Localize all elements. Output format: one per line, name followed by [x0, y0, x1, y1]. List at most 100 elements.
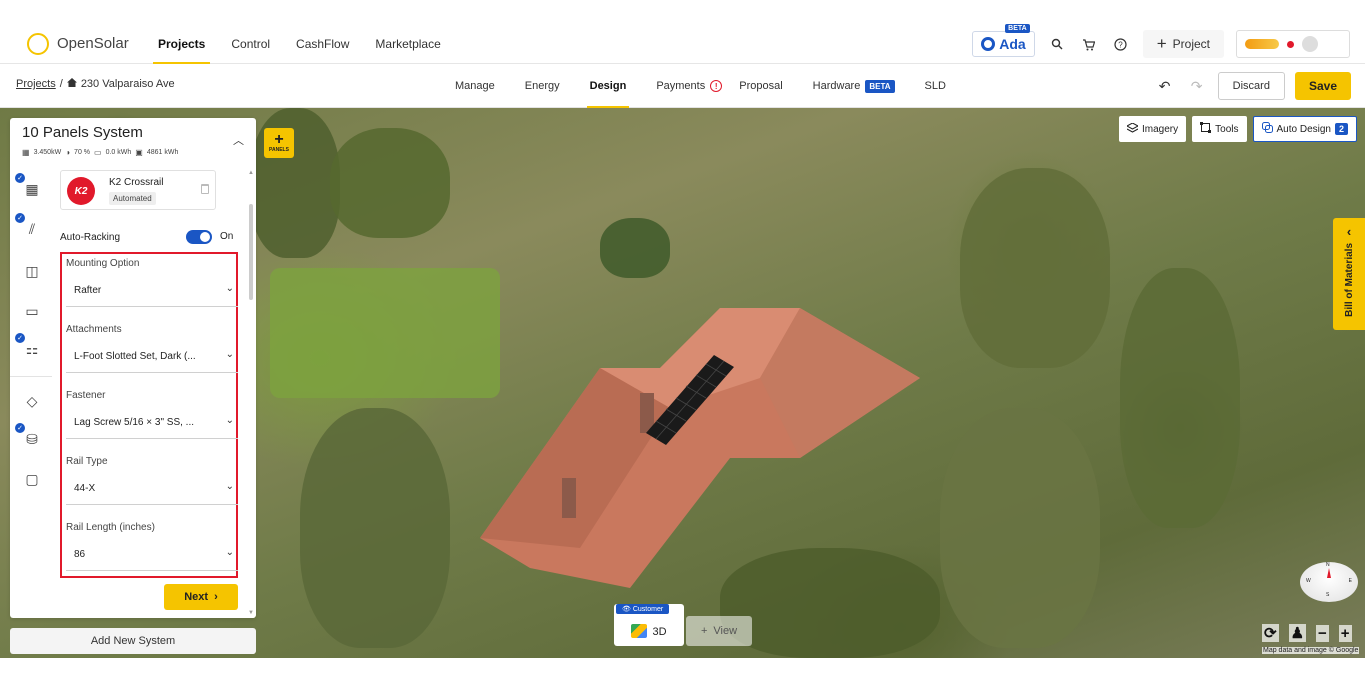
view-3d-button[interactable]: 👁 Customer 3D	[614, 604, 684, 646]
map-foliage	[1120, 268, 1240, 528]
system-title: 10 Panels System	[22, 124, 143, 141]
zoom-out-button[interactable]: −	[1316, 624, 1329, 642]
cart-icon[interactable]	[1079, 34, 1099, 54]
bill-of-materials-tab[interactable]: ‹ Bill of Materials	[1333, 218, 1365, 330]
add-panels-button[interactable]: + PANELS	[264, 128, 294, 158]
chevron-down-icon: ⌄	[225, 481, 234, 492]
battery-step-icon[interactable]: ▭	[21, 300, 43, 322]
tab-hardware[interactable]: Hardware BETA	[798, 64, 910, 108]
compass-widget[interactable]: N W E S	[1300, 562, 1358, 602]
nav-control[interactable]: Control	[218, 24, 283, 64]
fastener-select[interactable]: Lag Screw 5/16 × 3" SS, ... ⌄	[66, 407, 238, 439]
help-icon[interactable]: ?	[1111, 34, 1131, 54]
incentives-step-icon[interactable]: ✓ ⛁	[15, 423, 43, 450]
nav-marketplace[interactable]: Marketplace	[362, 24, 453, 64]
next-button[interactable]: Next ›	[164, 584, 238, 610]
undo-icon[interactable]: ↶	[1154, 78, 1176, 95]
pricing-step-icon[interactable]: ◇	[21, 390, 43, 412]
racking-product-card[interactable]: K2 K2 Crossrail Automated	[60, 170, 216, 210]
check-icon: ✓	[15, 173, 25, 183]
map-foliage	[940, 408, 1100, 648]
new-project-button[interactable]: + Project	[1142, 30, 1224, 58]
breadcrumb-projects-link[interactable]: Projects	[16, 78, 56, 90]
trash-icon[interactable]	[201, 184, 209, 194]
add-view-label: View	[713, 625, 738, 637]
attachments-select[interactable]: L-Foot Slotted Set, Dark (... ⌄	[66, 341, 238, 373]
racking-step-icon[interactable]: ✓ ⫽	[15, 213, 43, 240]
tab-design[interactable]: Design	[575, 64, 642, 108]
notification-dot	[1287, 40, 1294, 48]
system-production-unit: kWh	[164, 149, 179, 156]
project-subbar: Projects / 230 Valparaiso Ave Manage Ene…	[0, 64, 1365, 108]
rotate-icon[interactable]: ⟳	[1262, 624, 1279, 642]
panels-step-icon[interactable]: ✓ ▦	[15, 173, 43, 200]
compass-needle-icon	[1327, 568, 1331, 578]
components-step-icon[interactable]: ✓ ⚏	[15, 333, 43, 360]
compass-west: W	[1306, 578, 1311, 584]
bill-of-materials-label: Bill of Materials	[1343, 243, 1355, 317]
imagery-button[interactable]: Imagery	[1119, 116, 1187, 142]
ada-button[interactable]: BETA Ada	[972, 24, 1035, 57]
chevron-down-icon: ⌄	[225, 415, 234, 426]
add-new-system-button[interactable]: Add New System	[10, 628, 256, 654]
tab-energy[interactable]: Energy	[510, 64, 575, 108]
search-icon[interactable]	[1047, 34, 1067, 54]
scroll-down-icon: ▼	[248, 610, 254, 616]
solar-panel-array[interactable]	[640, 353, 740, 453]
chevron-up-icon[interactable]: ︿	[233, 132, 244, 148]
tab-sld[interactable]: SLD	[910, 64, 961, 108]
scroll-thumb[interactable]	[249, 204, 253, 300]
new-project-label: Project	[1172, 37, 1210, 51]
shading-step-icon[interactable]: ◫	[21, 260, 43, 282]
hardware-beta-badge: BETA	[865, 79, 895, 93]
chimney	[562, 478, 576, 518]
battery-icon: ▭	[94, 148, 102, 157]
compass-east: E	[1348, 578, 1352, 584]
scroll-up-icon: ▲	[248, 170, 254, 176]
tools-button[interactable]: Tools	[1192, 116, 1247, 142]
attachments-label: Attachments	[66, 324, 122, 335]
zoom-in-button[interactable]: +	[1338, 624, 1352, 642]
breadcrumb-project: 230 Valparaiso Ave	[80, 78, 175, 90]
tools-label: Tools	[1215, 123, 1239, 135]
street-view-icon[interactable]: ♟	[1288, 624, 1307, 642]
nav-cashflow[interactable]: CashFlow	[283, 24, 362, 64]
tab-manage-label: Manage	[455, 80, 495, 92]
ada-label: Ada	[999, 36, 1026, 52]
nav-projects[interactable]: Projects	[145, 24, 218, 64]
system-battery-unit: kWh	[117, 149, 132, 156]
system-header[interactable]: 10 Panels System ▦ 3.450kW ◑ 70 % ▭ 0.0 …	[10, 118, 256, 168]
tab-proposal[interactable]: Proposal	[737, 64, 797, 108]
imagery-label: Imagery	[1142, 123, 1179, 135]
discard-button[interactable]: Discard	[1217, 72, 1285, 100]
add-view-button[interactable]: + View	[686, 616, 752, 646]
rail-type-select[interactable]: 44-X ⌄	[66, 473, 238, 505]
tab-payments[interactable]: Payments !	[641, 64, 737, 108]
rail-length-select[interactable]: 86 ⌄	[66, 539, 238, 571]
breadcrumb-separator: /	[59, 78, 63, 90]
compass-north: N	[1326, 562, 1330, 568]
map-attribution: Map data and image © Google	[1262, 647, 1360, 654]
mounting-option-select[interactable]: Rafter ⌄	[66, 275, 238, 307]
redo-icon[interactable]: ↷	[1186, 78, 1208, 95]
user-menu[interactable]	[1236, 30, 1350, 58]
check-icon: ✓	[15, 333, 25, 343]
sidebar-scrollbar[interactable]: ▲ ▼	[248, 170, 254, 616]
fastener-value: Lag Screw 5/16 × 3" SS, ...	[74, 417, 195, 428]
system-offset: 70	[74, 149, 82, 156]
map-foliage	[330, 128, 450, 238]
customer-view-tag: 👁 Customer	[616, 604, 670, 614]
opensolar-logo[interactable]: OpenSolar	[27, 32, 145, 55]
auto-racking-toggle[interactable]	[186, 230, 212, 244]
save-button[interactable]: Save	[1294, 72, 1351, 100]
view-3d-label: 3D	[652, 626, 667, 638]
plus-icon: +	[700, 625, 708, 637]
tab-manage[interactable]: Manage	[440, 64, 510, 108]
tab-design-label: Design	[589, 80, 627, 92]
check-icon: ✓	[15, 213, 25, 223]
summary-step-icon[interactable]: ▢	[21, 468, 43, 490]
auto-design-button[interactable]: Auto Design 2	[1252, 116, 1357, 142]
system-battery: 0.0	[105, 149, 116, 156]
attachments-value: L-Foot Slotted Set, Dark (...	[74, 351, 196, 362]
chevron-left-icon: ‹	[1346, 224, 1352, 239]
